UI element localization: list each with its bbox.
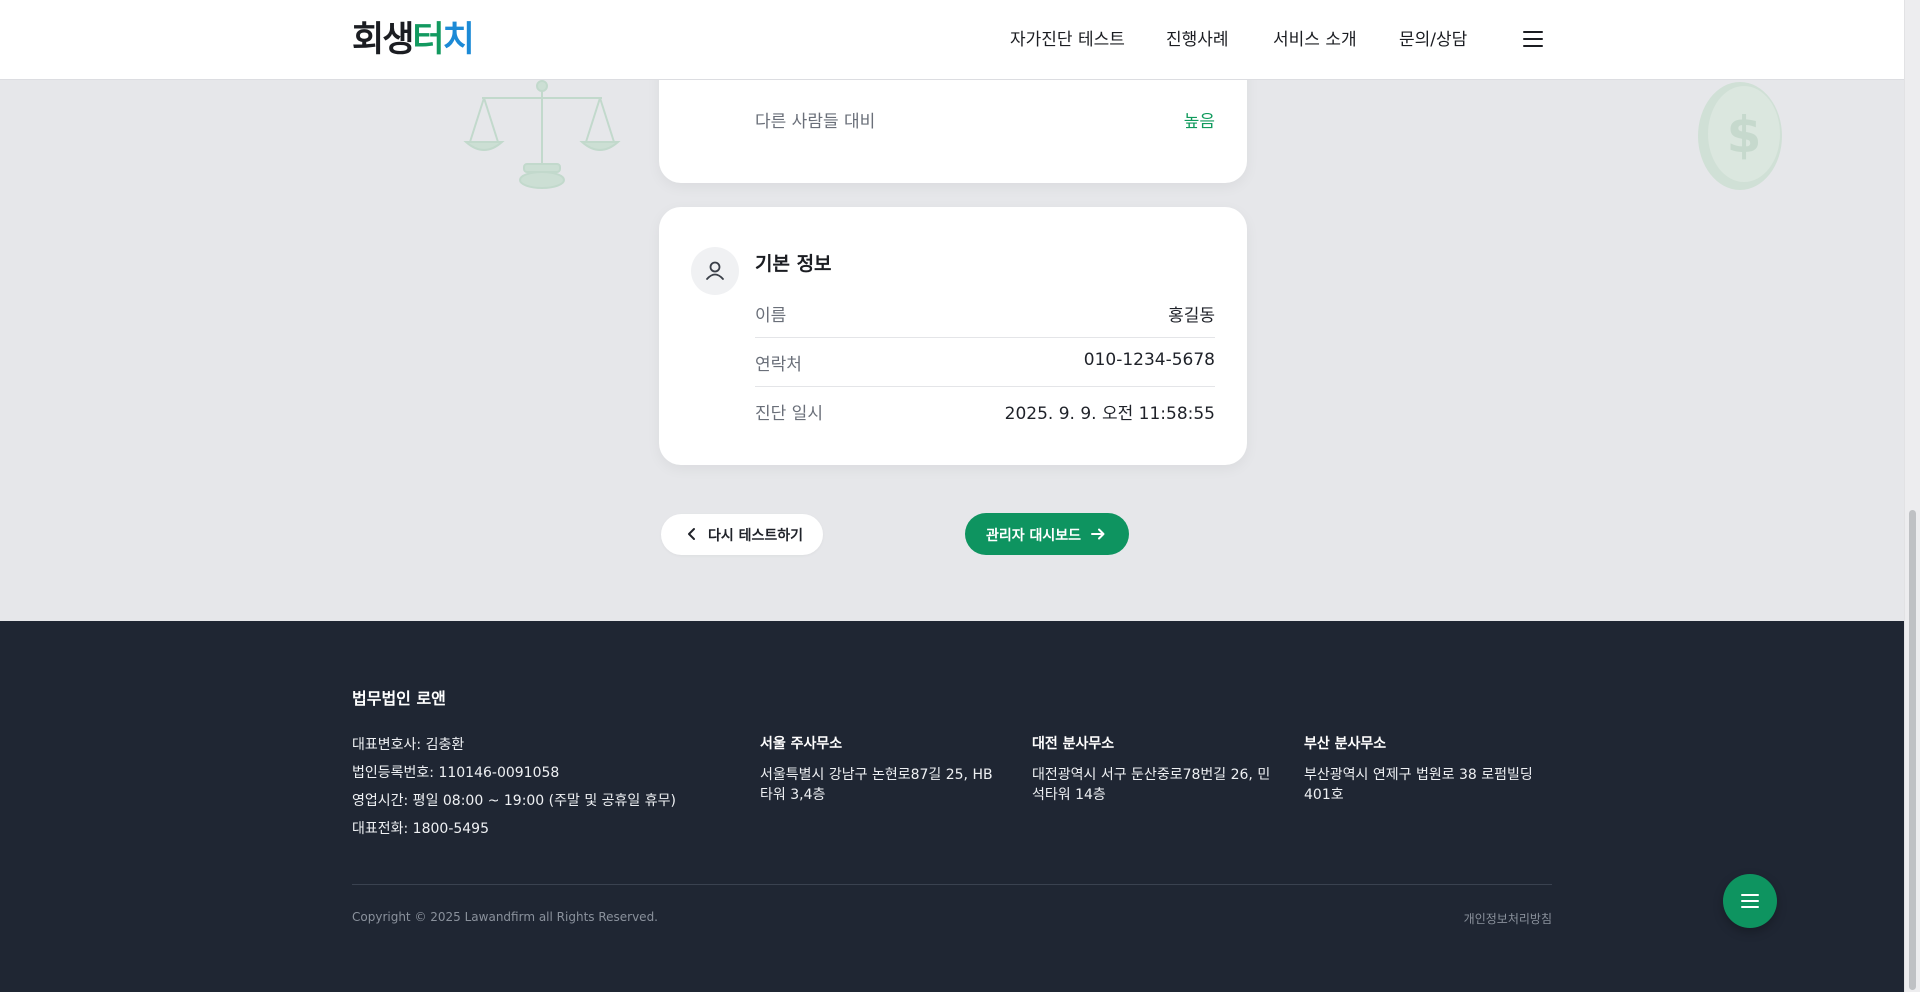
scale-of-justice-icon	[463, 80, 621, 189]
representative-lawyer: 대표변호사: 김충환	[352, 737, 465, 753]
row-label: 이름	[755, 306, 787, 326]
registration-number: 법인등록번호: 110146-0091058	[352, 765, 560, 781]
office-busan: 부산 분사무소 부산광역시 연제구 법원로 38 로펌빌딩 401호	[1304, 733, 1544, 805]
page-scrollbar[interactable]	[1904, 0, 1920, 992]
row-value: 010-1234-5678	[1083, 350, 1215, 370]
office-address: 부산광역시 연제구 법원로 38 로펌빌딩 401호	[1304, 767, 1533, 803]
arrow-right-icon	[1091, 528, 1105, 540]
row-label: 다른 사람들 대비	[755, 112, 876, 132]
svg-text:$: $	[1727, 106, 1762, 164]
business-hours: 영업시간: 평일 08:00 ~ 19:00 (주말 및 공휴일 휴무)	[352, 793, 676, 809]
row-value: 2025. 9. 9. 오전 11:58:55	[1004, 404, 1215, 424]
nav-self-diagnosis[interactable]: 자가진단 테스트	[1010, 27, 1125, 53]
row-label: 연락처	[755, 355, 802, 375]
admin-dashboard-button[interactable]: 관리자 대시보드	[965, 513, 1129, 555]
nav-cases[interactable]: 진행사례	[1166, 27, 1229, 53]
button-label: 다시 테스트하기	[708, 528, 804, 544]
info-row-comparison: 다른 사람들 대비 높음	[755, 95, 1215, 144]
chevron-left-icon	[688, 528, 695, 540]
logo[interactable]: 회생터치	[352, 18, 475, 62]
office-title: 부산 분사무소	[1304, 736, 1387, 752]
nav-service-intro[interactable]: 서비스 소개	[1273, 27, 1357, 53]
office-title: 서울 주사무소	[760, 736, 843, 752]
floating-menu-button[interactable]	[1723, 874, 1777, 928]
info-row-phone: 연락처 010-1234-5678	[755, 338, 1215, 387]
office-address: 서울특별시 강남구 논현로87길 25, HB타워 3,4층	[760, 767, 993, 803]
menu-icon	[1741, 894, 1759, 896]
company-name: 법무법인 로앤	[352, 689, 446, 708]
scrollbar-thumb[interactable]	[1909, 510, 1916, 990]
basic-info-card: 기본 정보 이름 홍길동 연락처 010-1234-5678 진단 일시 202…	[659, 207, 1247, 465]
row-value: 높음	[1183, 112, 1215, 132]
card-title: 기본 정보	[755, 253, 832, 275]
menu-icon[interactable]	[1523, 31, 1543, 47]
coin-icon: $	[1698, 82, 1782, 190]
office-seoul: 서울 주사무소 서울특별시 강남구 논현로87길 25, HB타워 3,4층	[760, 733, 1000, 805]
info-row-diagnosis-date: 진단 일시 2025. 9. 9. 오전 11:58:55	[755, 387, 1215, 436]
row-label: 진단 일시	[755, 404, 823, 424]
site-header: 회생터치 자가진단 테스트 진행사례 서비스 소개 문의/상담	[0, 0, 1904, 80]
user-icon	[691, 247, 739, 295]
main-phone: 대표전화: 1800-5495	[352, 821, 489, 837]
retry-test-button[interactable]: 다시 테스트하기	[661, 514, 823, 555]
row-value: 홍길동	[1168, 306, 1215, 326]
info-row-name: 이름 홍길동	[755, 289, 1215, 338]
footer-divider	[352, 884, 1552, 885]
copyright: Copyright © 2025 Lawandfirm all Rights R…	[352, 910, 658, 924]
office-title: 대전 분사무소	[1032, 736, 1115, 752]
button-label: 관리자 대시보드	[986, 528, 1082, 544]
office-address: 대전광역시 서구 둔산중로78번길 26, 민석타워 14층	[1032, 767, 1271, 803]
privacy-policy-link[interactable]: 개인정보처리방침	[1464, 910, 1552, 927]
site-footer: 법무법인 로앤 대표변호사: 김충환 법인등록번호: 110146-009105…	[0, 621, 1904, 992]
nav-contact[interactable]: 문의/상담	[1399, 27, 1467, 53]
office-daejeon: 대전 분사무소 대전광역시 서구 둔산중로78번길 26, 민석타워 14층	[1032, 733, 1272, 805]
